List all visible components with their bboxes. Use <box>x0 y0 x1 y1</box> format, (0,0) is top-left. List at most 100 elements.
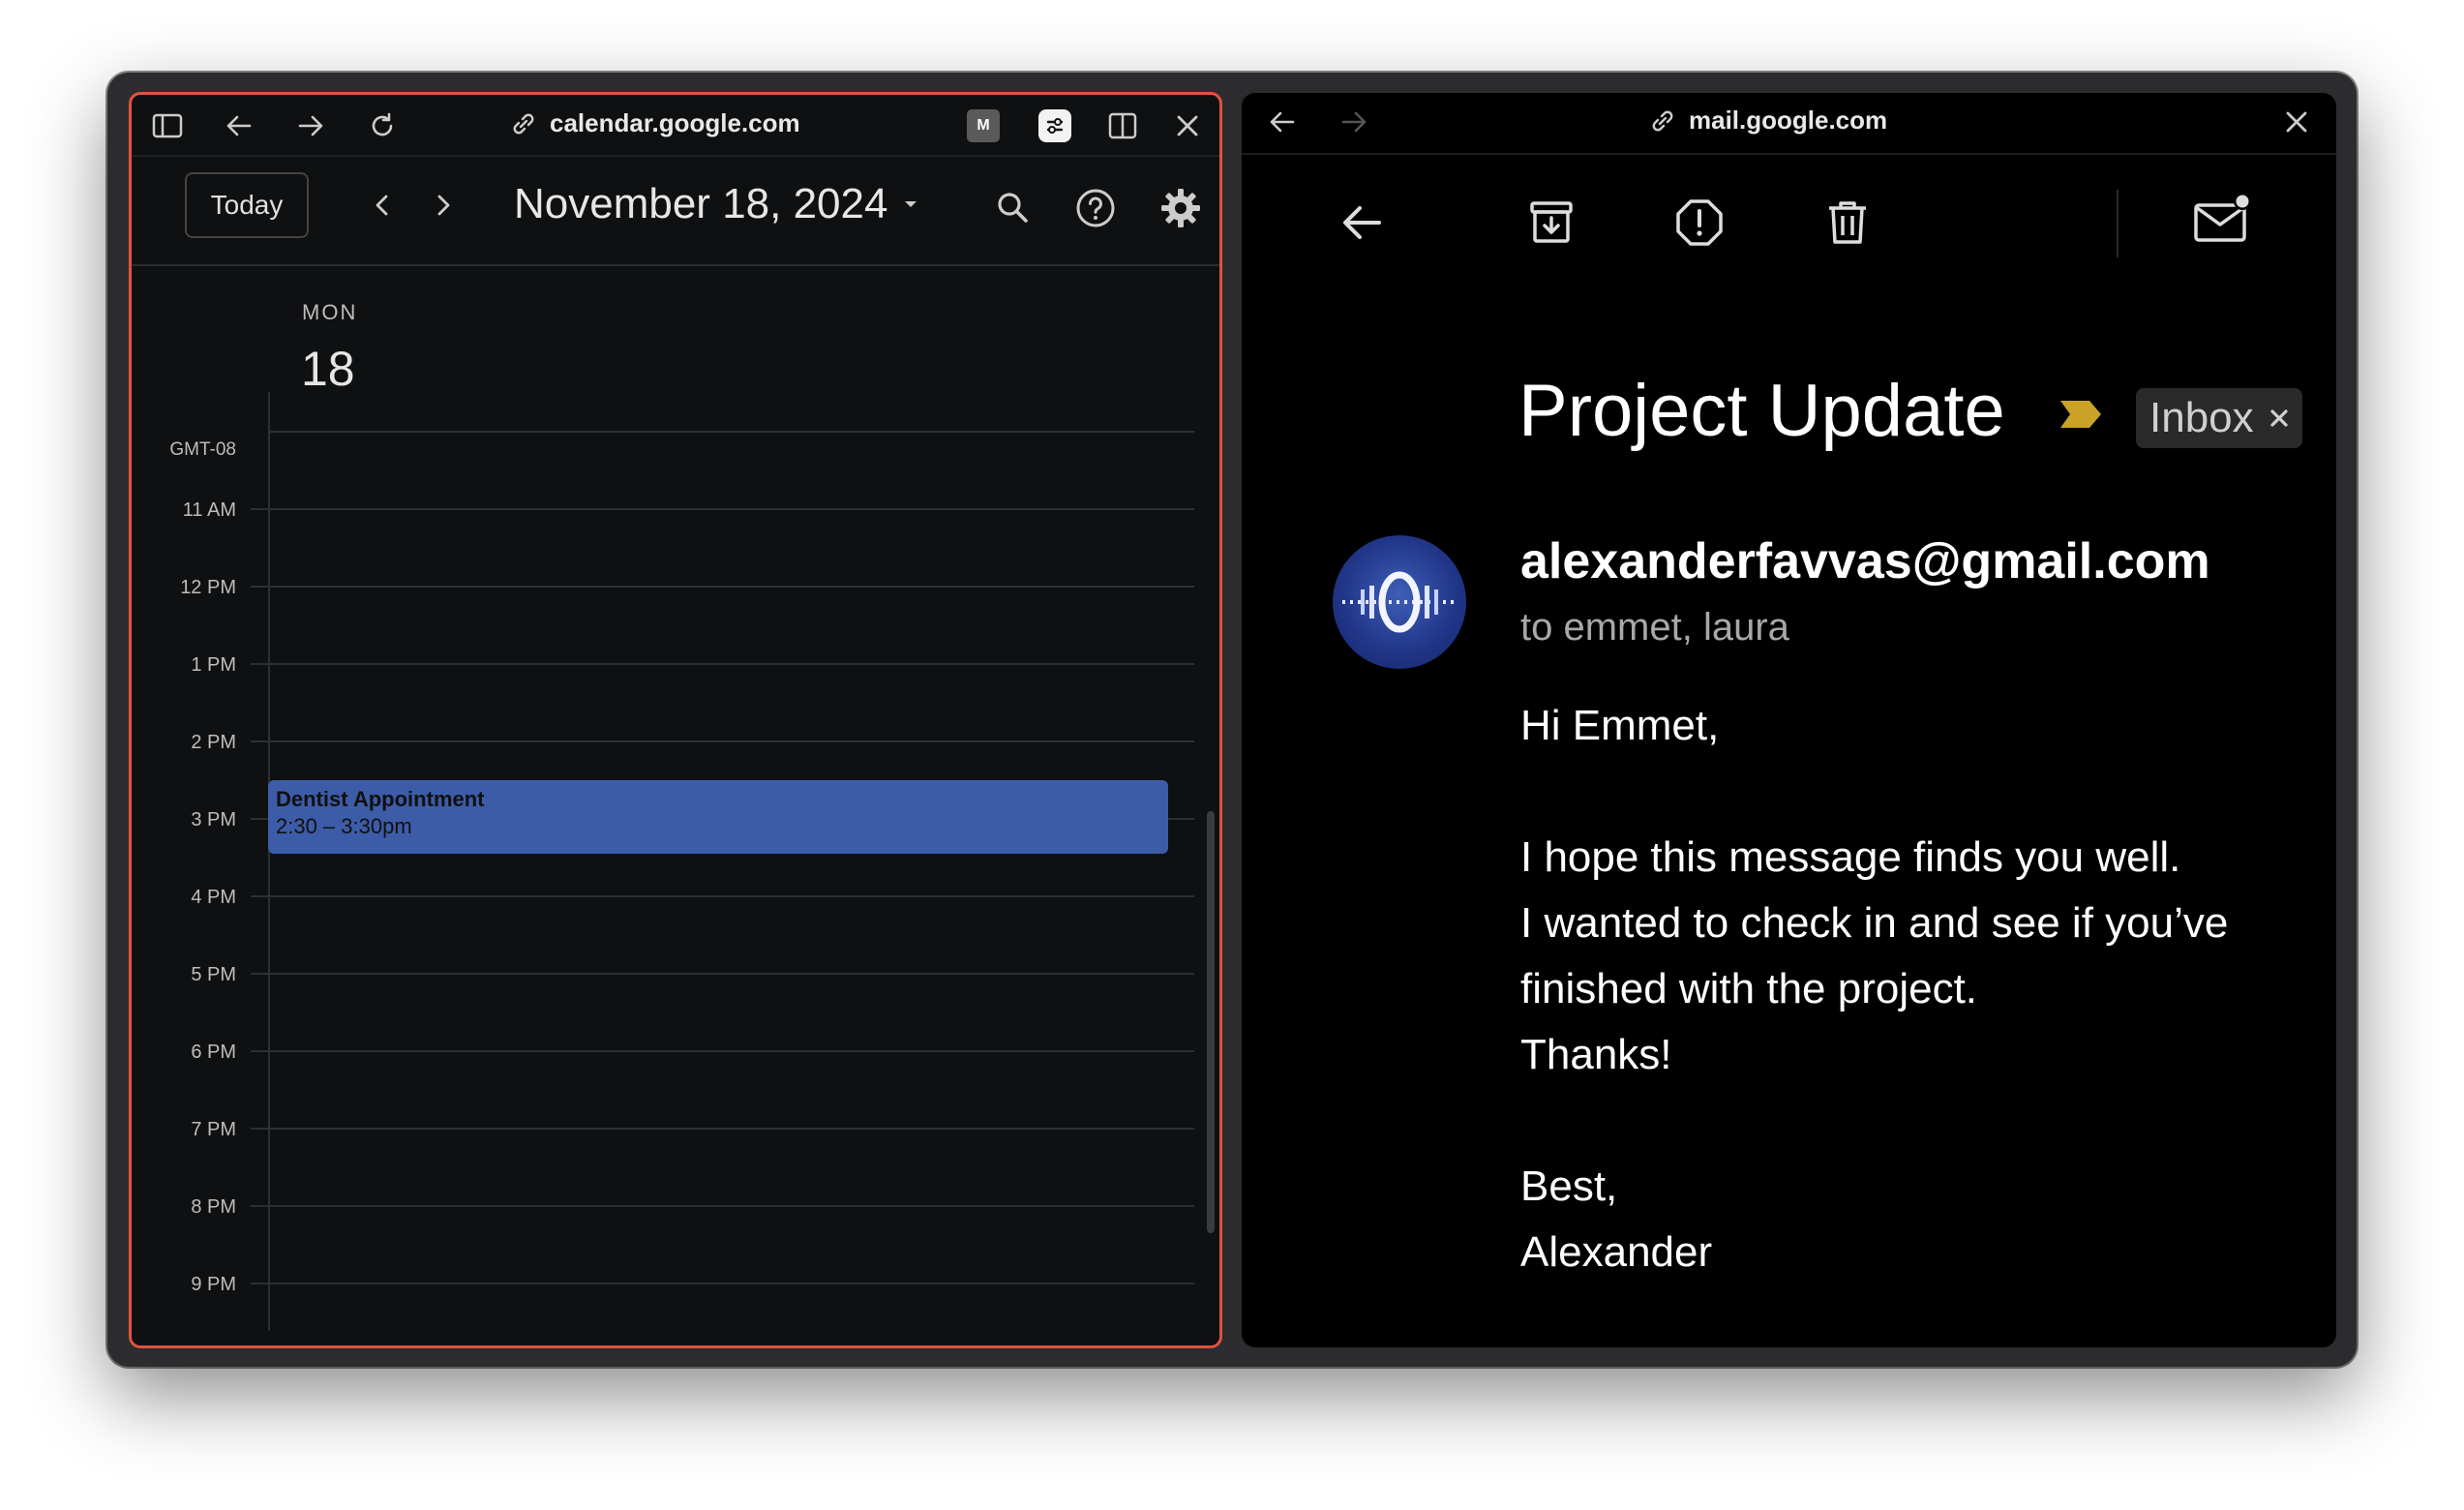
back-to-inbox-button[interactable] <box>1337 197 1387 248</box>
time-label: 4 PM <box>191 887 236 908</box>
time-label: 2 PM <box>191 732 236 753</box>
close-pane-button[interactable] <box>2280 106 2313 138</box>
back-icon <box>226 115 252 136</box>
next-period-button[interactable] <box>428 190 459 221</box>
day-name: MON <box>302 300 358 324</box>
search-button[interactable] <box>993 188 1032 226</box>
body-signature: Alexander <box>1520 1228 1713 1276</box>
help-icon <box>1076 189 1115 227</box>
grid-line <box>251 740 1194 742</box>
settings-toggle-button[interactable] <box>1038 109 1071 142</box>
toolbar-separator <box>2117 190 2118 257</box>
day-number[interactable]: 18 <box>301 341 355 397</box>
timezone-label: GMT-08 <box>169 439 236 460</box>
grid-line <box>251 508 1194 510</box>
link-icon <box>513 113 534 134</box>
grid-line <box>251 586 1194 588</box>
header-divider <box>132 264 1219 266</box>
toolbar-divider <box>1242 153 2336 155</box>
close-pane-button[interactable] <box>1171 109 1204 142</box>
grid-line <box>251 1205 1194 1207</box>
address-bar[interactable]: calendar.google.com <box>509 108 800 138</box>
calendar-event[interactable]: Dentist Appointment 2:30 – 3:30pm <box>268 780 1168 854</box>
close-icon <box>1177 115 1198 136</box>
split-view-icon <box>1108 112 1137 139</box>
avatar[interactable] <box>1333 535 1466 669</box>
calendar-pane: calendar.google.com M Today November 18,… <box>129 92 1222 1348</box>
grid-line <box>268 431 1194 433</box>
time-label: 8 PM <box>191 1196 236 1218</box>
date-picker-dropdown[interactable]: November 18, 2024 <box>514 180 920 228</box>
today-label: Today <box>210 190 284 220</box>
grid-vertical-line <box>268 392 270 1331</box>
today-button[interactable]: Today <box>185 172 309 238</box>
time-label: 7 PM <box>191 1119 236 1140</box>
time-label: 3 PM <box>191 809 236 830</box>
link-icon <box>1652 110 1673 131</box>
archive-icon <box>1530 201 1573 243</box>
mail-pane: mail.google.com Project Update Inbox ale… <box>1242 93 2336 1347</box>
delete-button[interactable] <box>1820 196 1875 250</box>
grid-line <box>251 1050 1194 1052</box>
time-label: 9 PM <box>191 1274 236 1295</box>
grid-line <box>251 663 1194 665</box>
back-icon <box>1343 206 1381 239</box>
sidebar-icon <box>152 113 183 138</box>
grid-line <box>251 973 1194 975</box>
date-title: November 18, 2024 <box>514 180 888 227</box>
chevron-left-icon <box>376 195 388 216</box>
reload-icon <box>372 112 393 136</box>
body-line: I wanted to check in and see if you’ve <box>1520 899 2229 947</box>
report-spam-icon <box>1676 199 1723 246</box>
url-text: mail.google.com <box>1689 106 1888 135</box>
extension-icon[interactable]: M <box>967 109 1000 142</box>
gear-icon <box>1161 189 1200 227</box>
reload-button[interactable] <box>366 109 399 142</box>
help-button[interactable] <box>1075 188 1116 228</box>
mark-unread-button[interactable] <box>2190 190 2254 248</box>
recipients: to emmet, laura <box>1520 606 1789 649</box>
scrollbar-thumb[interactable] <box>1207 811 1215 1233</box>
body-line: Thanks! <box>1520 1031 1672 1078</box>
archive-button[interactable] <box>1524 196 1578 250</box>
time-label: 6 PM <box>191 1042 236 1063</box>
forward-icon <box>1341 111 1367 133</box>
close-icon <box>2286 111 2307 133</box>
delete-icon <box>1829 201 1866 244</box>
importance-marker[interactable] <box>2057 397 2105 432</box>
grid-line <box>251 1128 1194 1130</box>
time-label: 5 PM <box>191 964 236 985</box>
body-line: finished with the project. <box>1520 965 1978 1012</box>
settings-toggle-icon <box>1046 118 1064 134</box>
report-spam-button[interactable] <box>1672 196 1727 250</box>
split-view-button[interactable] <box>1106 109 1139 142</box>
time-label: 11 AM <box>182 499 236 521</box>
back-button[interactable] <box>1266 106 1299 138</box>
sender-email[interactable]: alexanderfavvas@gmail.com <box>1520 532 2210 590</box>
settings-button[interactable] <box>1159 187 1202 229</box>
previous-period-button[interactable] <box>367 190 398 221</box>
forward-button[interactable] <box>294 109 327 142</box>
time-label: 1 PM <box>191 654 236 676</box>
url-text: calendar.google.com <box>550 108 800 137</box>
dropdown-caret-icon <box>905 201 917 207</box>
importance-marker-icon <box>2060 401 2101 428</box>
sidebar-toggle-button[interactable] <box>151 109 184 142</box>
back-icon <box>1270 111 1295 133</box>
event-time: 2:30 – 3:30pm <box>276 814 412 838</box>
time-label: 12 PM <box>180 577 236 598</box>
body-greeting: Hi Emmet, <box>1520 702 1720 749</box>
inbox-label-chip[interactable]: Inbox <box>2136 388 2302 448</box>
grid-line <box>251 1283 1194 1284</box>
remove-label-icon[interactable] <box>2268 407 2291 430</box>
toolbar-divider <box>132 155 1219 157</box>
back-button[interactable] <box>223 109 255 142</box>
address-bar[interactable]: mail.google.com <box>1648 106 1887 136</box>
forward-icon <box>298 115 323 136</box>
forward-button[interactable] <box>1337 106 1370 138</box>
body-signoff: Best, <box>1520 1163 1618 1210</box>
event-title: Dentist Appointment <box>276 787 485 811</box>
avatar-image <box>1342 571 1457 633</box>
email-subject: Project Update <box>1518 370 2005 452</box>
search-icon <box>998 193 1028 223</box>
